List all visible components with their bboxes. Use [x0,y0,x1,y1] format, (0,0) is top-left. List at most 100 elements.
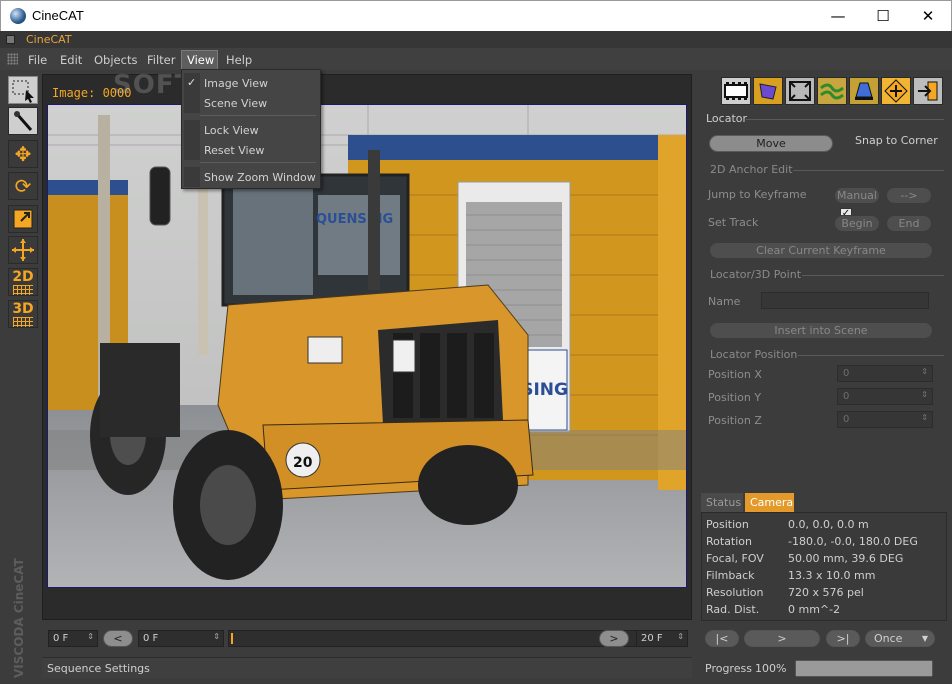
jump-arrow-button[interactable]: --> [886,187,932,204]
sequence-settings-bar[interactable]: Sequence Settings [42,657,692,678]
position-z-field[interactable]: 0 ⇕ [837,411,933,428]
clear-keyframe-button[interactable]: Clear Current Keyframe [709,242,933,259]
plate-number-text: 20 [293,455,313,471]
menu-objects[interactable]: Objects [94,53,137,67]
move-icon[interactable]: ✥ [8,140,38,168]
insert-into-scene-button[interactable]: Insert into Scene [709,322,933,339]
start-frame-value: 0 F [53,633,69,644]
info-key: Rotation [706,535,753,548]
end-frame-value: 20 F [641,633,663,644]
next-frame-button[interactable]: > [599,630,629,647]
left-toolbar: ✥ ⟳ 2D 3D [4,74,40,334]
lamp-icon[interactable] [849,77,879,105]
divider [746,119,944,120]
current-frame-field[interactable]: 0 F ⇕ [138,630,224,647]
current-frame-value: 0 F [143,633,159,644]
start-frame-field[interactable]: 0 F ⇕ [48,630,98,647]
info-tabs: Status Camera [700,493,948,512]
go-to-start-button[interactable]: |< [705,630,739,647]
spinner-icon[interactable]: ⇕ [213,632,220,641]
construction-site-photo: NSING QUENSING 20 [48,105,686,587]
menu-filter[interactable]: Filter [147,53,175,67]
info-value: 13.3 x 10.0 mm [788,569,876,582]
locator-position-section-title: Locator Position [710,348,798,361]
divider [802,275,944,276]
camera-image-view[interactable]: NSING QUENSING 20 [47,104,687,588]
menu-item-label: Show Zoom Window [204,171,316,184]
magic-wand-icon[interactable] [8,107,38,135]
spinner-icon[interactable]: ⇕ [87,632,94,641]
position-x-field[interactable]: 0 ⇕ [837,365,933,382]
menu-item-show-zoom-window[interactable]: Show Zoom Window [184,167,318,187]
menu-file[interactable]: File [28,53,47,67]
position-y-label: Position Y [708,391,762,404]
close-button[interactable]: ✕ [905,1,951,32]
menu-view[interactable]: View [181,50,218,70]
info-value: -180.0, -0.0, 180.0 DEG [788,535,918,548]
scale-icon[interactable] [8,205,38,233]
position-x-value: 0 [843,368,850,379]
menu-item-lock-view[interactable]: Lock View [184,120,318,140]
minimize-button[interactable]: — [815,1,861,32]
position-z-value: 0 [843,414,850,425]
timeline-track[interactable] [228,630,637,647]
position-y-field[interactable]: 0 ⇕ [837,388,933,405]
locator-icon[interactable] [881,77,911,105]
menu-separator [200,162,316,163]
loop-mode-dropdown[interactable]: Once ▼ [865,630,935,647]
spinner-icon[interactable]: ⇕ [921,413,928,422]
brand-text: VISCODA CineCAT [12,558,26,678]
menu-item-reset-view[interactable]: Reset View [184,140,318,160]
name-input[interactable] [761,292,929,309]
menubar [0,48,952,70]
spinner-icon[interactable]: ⇕ [921,367,928,376]
loop-mode-value: Once [874,632,903,645]
menu-help[interactable]: Help [226,53,252,67]
app-header-bar: CineCAT [0,31,952,48]
go-to-end-button[interactable]: >| [826,630,860,647]
menubar-grip-icon [7,53,18,65]
check-icon: ✓ [187,76,197,89]
tab-status[interactable]: Status [701,493,743,512]
end-frame-field[interactable]: 20 F ⇕ [636,630,688,647]
frame-icon[interactable] [785,77,815,105]
begin-button[interactable]: Begin [834,215,880,232]
grid-icon [13,317,33,327]
end-button[interactable]: End [886,215,932,232]
info-value: 0.0, 0.0, 0.0 m [788,518,869,531]
vertical-brand: VISCODA CineCAT [6,558,38,680]
spinner-icon[interactable]: ⇕ [921,390,928,399]
play-button[interactable]: > [744,630,820,647]
move-button[interactable]: Move [709,135,833,152]
axis-icon[interactable] [8,236,38,264]
info-key: Filmback [706,569,755,582]
timeline-cursor[interactable] [231,633,233,644]
mode-3d-button[interactable]: 3D [8,300,38,328]
object-icon[interactable] [753,77,783,105]
chevron-down-icon: ▼ [921,634,928,643]
cinecat-app-icon [10,8,26,24]
progress-percent: 100% [755,662,787,675]
info-value: 720 x 576 pel [788,586,864,599]
spinner-icon[interactable]: ⇕ [677,632,684,641]
menu-item-image-view[interactable]: ✓ Image View [184,73,318,93]
tab-camera[interactable]: Camera [745,493,794,512]
menu-item-scene-view[interactable]: Scene View [184,93,318,113]
prev-frame-button[interactable]: < [103,630,133,647]
maximize-button[interactable]: ☐ [860,1,906,32]
window-menu-icon[interactable] [6,35,15,44]
export-icon[interactable] [913,77,943,105]
jump-to-keyframe-label: Jump to Keyframe [708,188,807,201]
mode-3d-label: 3D [12,301,34,317]
track-icon[interactable] [817,77,847,105]
manual-button[interactable]: Manual [834,187,880,204]
film-strip-icon[interactable] [721,77,751,105]
locator-section-title: Locator [706,112,748,125]
rotate-icon[interactable]: ⟳ [8,172,38,200]
select-icon[interactable] [8,76,38,104]
menu-edit[interactable]: Edit [60,53,82,67]
info-value: 50.00 mm, 39.6 DEG [788,552,904,565]
position-x-label: Position X [708,368,762,381]
mode-2d-button[interactable]: 2D [8,268,38,296]
app-name: CineCAT [26,33,72,46]
